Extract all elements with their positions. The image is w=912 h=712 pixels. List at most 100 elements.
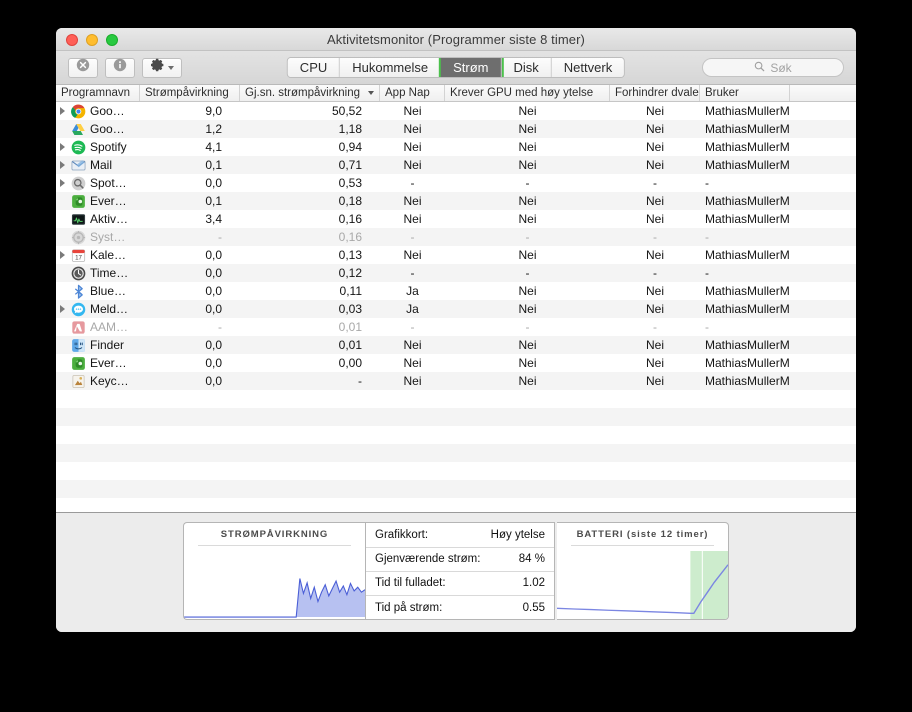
process-name-label: Mail <box>90 158 113 172</box>
cell-prevents-sleep: - <box>653 176 657 190</box>
cell-avg-energy-impact: 0,16 <box>338 230 362 244</box>
battery-panel: BATTERI (siste 12 timer) <box>557 521 729 620</box>
cell-energy-impact: - <box>218 230 222 244</box>
table-row[interactable]: Blue… 0,0 0,11 Ja Nei Nei MathiasMullerM <box>56 282 856 300</box>
chevron-down-icon <box>167 65 174 70</box>
search-input[interactable]: Søk <box>702 58 844 77</box>
table-row-empty <box>56 390 856 408</box>
divider <box>198 544 351 546</box>
stat-label-remaining-charge: Gjenværende strøm: <box>375 553 481 565</box>
cell-user: MathiasMullerM <box>705 356 790 370</box>
tab-memory[interactable]: Hukommelse <box>340 58 442 77</box>
activity-monitor-window: Aktivitetsmonitor (Programmer siste 8 ti… <box>56 28 856 632</box>
toolbar: CPU Hukommelse Strøm Disk Nettverk Søk <box>56 51 856 85</box>
table-row[interactable]: Meld… 0,0 0,03 Ja Nei Nei MathiasMullerM <box>56 300 856 318</box>
table-row[interactable]: Spot… 0,0 0,53 - - - - <box>56 174 856 192</box>
cell-prevents-sleep: Nei <box>645 338 664 352</box>
table-row[interactable]: AAM… - 0,01 - - - - <box>56 318 856 336</box>
process-name-label: Spotify <box>90 140 127 154</box>
cell-energy-impact: 3,4 <box>205 212 222 226</box>
disclosure-triangle-icon[interactable] <box>58 161 67 169</box>
tab-network[interactable]: Nettverk <box>551 58 625 77</box>
app-icon-activity <box>71 212 86 227</box>
sort-descending-icon <box>368 91 374 95</box>
cell-prevents-sleep: Nei <box>645 356 664 370</box>
table-row[interactable]: Spotify 4,1 0,94 Nei Nei Nei MathiasMullerM <box>56 138 856 156</box>
disclosure-triangle-icon[interactable] <box>58 179 67 187</box>
cell-prevents-sleep: Nei <box>645 284 664 298</box>
tab-cpu[interactable]: CPU <box>287 58 341 77</box>
cell-prevents-sleep: - <box>653 320 657 334</box>
disclosure-triangle-icon[interactable] <box>58 143 67 151</box>
disclosure-triangle-icon[interactable] <box>58 107 67 115</box>
table-row[interactable]: Ever… 0,1 0,18 Nei Nei Nei MathiasMullerM <box>56 192 856 210</box>
column-header-prevent-sleep[interactable]: Forhindrer dvale <box>610 85 700 101</box>
app-icon-prefs <box>71 230 86 245</box>
stop-process-icon <box>76 58 90 77</box>
table-row-empty <box>56 408 856 426</box>
inspect-button[interactable] <box>105 57 135 78</box>
table-row[interactable]: Mail 0,1 0,71 Nei Nei Nei MathiasMullerM <box>56 156 856 174</box>
app-icon-messages <box>71 302 86 317</box>
cell-requires-gpu: Nei <box>518 212 537 226</box>
table-row[interactable]: 17 Kale… 0,0 0,13 Nei Nei Nei MathiasMullerM <box>56 246 856 264</box>
app-icon-finder <box>71 338 86 353</box>
cell-requires-gpu: Nei <box>518 248 537 262</box>
power-impact-panel: STRØMPÅVIRKNING <box>183 521 365 620</box>
table-row[interactable]: Goo… 9,0 50,52 Nei Nei Nei MathiasMullerM <box>56 102 856 120</box>
view-options-button[interactable] <box>142 57 182 78</box>
cell-prevents-sleep: Nei <box>645 194 664 208</box>
table-row[interactable]: Goo… 1,2 1,18 Nei Nei Nei MathiasMullerM <box>56 120 856 138</box>
cell-process-name: Syst… <box>56 228 140 246</box>
table-row[interactable]: Finder 0,0 0,01 Nei Nei Nei MathiasMullerM <box>56 336 856 354</box>
column-header-impact[interactable]: Strømpåvirkning <box>140 85 240 101</box>
search-placeholder: Søk <box>770 60 792 75</box>
cell-prevents-sleep: Nei <box>645 374 664 388</box>
table-row[interactable]: Keyc… 0,0 - Nei Nei Nei MathiasMullerM <box>56 372 856 390</box>
cell-user: - <box>705 230 709 244</box>
column-header-name[interactable]: Programnavn <box>56 85 140 101</box>
cell-app-nap: Ja <box>406 284 419 298</box>
cell-user: MathiasMullerM <box>705 158 790 172</box>
table-row[interactable]: Syst… - 0,16 - - - - <box>56 228 856 246</box>
cell-energy-impact: 4,1 <box>205 140 222 154</box>
table-row[interactable]: Aktiv… 3,4 0,16 Nei Nei Nei MathiasMullerM <box>56 210 856 228</box>
cell-avg-energy-impact: 0,01 <box>338 320 362 334</box>
cell-user: MathiasMullerM <box>705 374 790 388</box>
view-tabs: CPU Hukommelse Strøm Disk Nettverk <box>286 57 626 78</box>
cell-user: MathiasMullerM <box>705 104 790 118</box>
cell-requires-gpu: - <box>525 266 530 280</box>
info-icon <box>113 58 127 77</box>
table-row[interactable]: Ever… 0,0 0,00 Nei Nei Nei MathiasMullerM <box>56 354 856 372</box>
cell-requires-gpu: Nei <box>518 356 537 370</box>
cell-process-name: Goo… <box>56 102 140 120</box>
disclosure-triangle-icon[interactable] <box>58 251 67 259</box>
cell-requires-gpu: Nei <box>518 122 537 136</box>
cell-prevents-sleep: Nei <box>645 212 664 226</box>
svg-text:17: 17 <box>75 254 82 261</box>
process-table: Programnavn Strømpåvirkning Gj.sn. strøm… <box>56 85 856 512</box>
tab-disk[interactable]: Disk <box>501 58 552 77</box>
cell-prevents-sleep: Nei <box>645 122 664 136</box>
process-name-label: Goo… <box>90 122 125 136</box>
bottom-panels: STRØMPÅVIRKNING Grafikkort: Høy ytelse G… <box>56 512 856 632</box>
process-name-label: Finder <box>90 338 125 352</box>
table-row[interactable]: Time… 0,0 0,12 - - - - <box>56 264 856 282</box>
tab-energy[interactable]: Strøm <box>441 58 502 77</box>
process-name-label: AAM… <box>90 320 129 334</box>
column-header-app-nap[interactable]: App Nap <box>380 85 445 101</box>
disclosure-triangle-icon[interactable] <box>58 305 67 313</box>
column-headers: Programnavn Strømpåvirkning Gj.sn. strøm… <box>56 85 856 102</box>
cell-app-nap: Nei <box>403 356 422 370</box>
stop-process-button[interactable] <box>68 57 98 78</box>
column-header-user[interactable]: Bruker <box>700 85 790 101</box>
column-header-avg-impact[interactable]: Gj.sn. strømpåvirkning <box>240 85 380 101</box>
stat-value-remaining-charge: 84 % <box>518 553 545 565</box>
column-header-gpu[interactable]: Krever GPU med høy ytelse <box>445 85 610 101</box>
cell-process-name: Finder <box>56 336 140 354</box>
app-icon-chrome <box>71 104 86 119</box>
cell-energy-impact: 0,0 <box>205 266 222 280</box>
divider <box>571 544 714 546</box>
app-icon-evernote <box>71 194 86 209</box>
cell-energy-impact: 0,1 <box>205 158 222 172</box>
